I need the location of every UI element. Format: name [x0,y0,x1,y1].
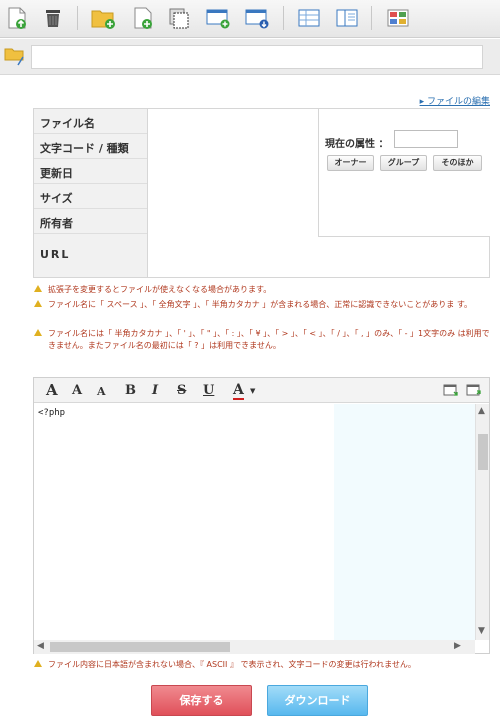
font-size-medium-button[interactable]: A [72,383,82,398]
vertical-scroll-thumb[interactable] [478,434,488,470]
new-window-icon[interactable] [205,5,231,31]
path-input[interactable] [31,45,483,69]
info-labels: ファイル名 文字コード / 種類 更新日 サイズ 所有者 URL [34,109,148,277]
scroll-down-icon[interactable]: ▼ [478,626,485,636]
folder-pencil-icon [4,45,26,71]
new-folder-icon[interactable] [90,5,116,31]
attribute-panel: 現在の属性 ： オーナー グループ そのほか [318,109,490,237]
trash-icon[interactable] [40,5,66,31]
underline-button[interactable]: U [203,383,214,398]
main-toolbar [0,0,500,38]
toolbar-divider [283,6,284,30]
warning-filename-chars: ファイル名に「 スペース 」、「 全角文字 」、「 半角カタカナ 」が含まれる場… [34,299,490,311]
label-size: サイズ [34,184,147,209]
label-url: URL [40,248,71,261]
detail-view-icon[interactable] [334,5,360,31]
toolbar-divider [77,6,78,30]
warning-icon [34,300,42,307]
label-owner: 所有者 [34,209,147,234]
bold-button[interactable]: B [125,383,136,398]
editor-export-icon[interactable] [466,383,482,402]
owner-button[interactable]: オーナー [327,155,374,171]
help-link[interactable]: ファイルの編集 [420,94,490,107]
italic-button[interactable]: I [152,383,158,398]
save-button[interactable]: 保存する [151,685,252,716]
vertical-scrollbar[interactable]: ▲ ▼ [475,404,489,640]
thumbnail-view-icon[interactable] [385,5,411,31]
text-color-button[interactable]: A [233,382,244,400]
list-view-icon[interactable] [296,5,322,31]
copy-icon[interactable] [166,5,192,31]
horizontal-scrollbar[interactable]: ◀ ▶ [34,640,475,654]
warning-icon [34,285,42,292]
strikethrough-button[interactable]: S [177,383,186,398]
attribute-label: 現在の属性 ： [325,139,389,150]
download-button[interactable]: ダウンロード [267,685,368,716]
horizontal-scroll-thumb[interactable] [50,642,230,652]
attribute-input[interactable] [394,130,458,148]
label-charcode: 文字コード / 種類 [34,134,147,159]
font-size-small-button[interactable]: A [97,385,106,398]
group-button[interactable]: グループ [380,155,427,171]
toolbar-divider [371,6,372,30]
editor-import-icon[interactable] [443,383,459,402]
new-file-icon[interactable] [130,5,156,31]
other-button[interactable]: そのほか [433,155,482,171]
font-size-large-button[interactable]: A [46,381,58,399]
file-info-table: ファイル名 文字コード / 種類 更新日 サイズ 所有者 URL 現在の属性 ：… [33,108,490,278]
warning-icon [34,329,42,336]
scroll-up-icon[interactable]: ▲ [478,406,485,416]
warning-ascii: ファイル内容に日本語が含まれない場合、『 ASCII 』 で表示され、文字コード… [34,659,490,671]
chevron-down-icon[interactable]: ▼ [250,387,255,395]
upload-file-icon[interactable] [4,5,30,31]
warning-icon [34,660,42,667]
label-filename: ファイル名 [34,109,147,134]
path-bar [0,39,500,75]
editor-textarea[interactable]: <?php [34,404,475,640]
scroll-right-icon[interactable]: ▶ [454,641,461,651]
label-updated: 更新日 [34,159,147,184]
window-download-icon[interactable] [244,5,270,31]
editor-toolbar: A A A B I S U A ▼ [34,378,489,403]
scroll-left-icon[interactable]: ◀ [37,641,44,651]
warning-forbidden-chars: ファイル名には「 半角カタカナ 」、「 ' 」、「 " 」、「 : 」、「 ¥ … [34,328,490,352]
warning-extension: 拡張子を変更するとファイルが使えなくなる場合があります。 [34,284,484,296]
code-editor: A A A B I S U A ▼ <?php ▲ ▼ ◀ ▶ [33,377,490,654]
editor-content: <?php [38,408,66,418]
